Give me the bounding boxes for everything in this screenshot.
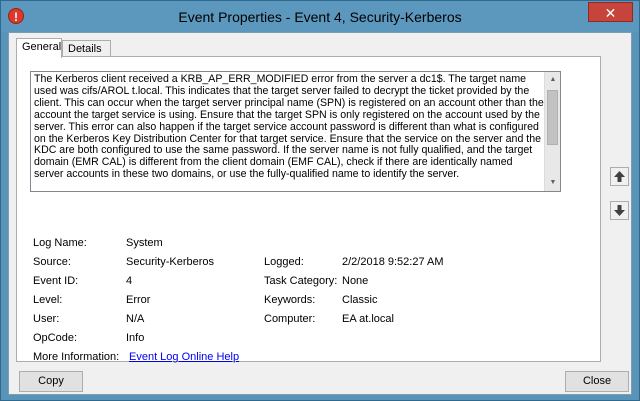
description-text: The Kerberos client received a KRB_AP_ER…	[34, 73, 544, 181]
event-id-value: 4	[126, 275, 133, 287]
level-value: Error	[126, 294, 151, 306]
log-name-label: Log Name:	[33, 237, 87, 249]
opcode-label: OpCode:	[33, 332, 78, 344]
more-information-label: More Information:	[33, 351, 120, 363]
next-event-button[interactable]	[610, 201, 629, 220]
arrow-up-icon	[614, 171, 625, 182]
scroll-up-icon[interactable]: ▲	[545, 72, 560, 88]
keywords-label: Keywords:	[264, 294, 316, 306]
source-label: Source:	[33, 256, 71, 268]
title-bar[interactable]: ! Event Properties - Event 4, Security-K…	[1, 1, 639, 32]
logged-value: 2/2/2018 9:52:27 AM	[342, 256, 444, 268]
source-value: Security-Kerberos	[126, 256, 215, 268]
previous-event-button[interactable]	[610, 167, 629, 186]
description-box[interactable]: The Kerberos client received a KRB_AP_ER…	[30, 71, 561, 192]
task-category-value: None	[342, 275, 369, 287]
keywords-value: Classic	[342, 294, 378, 306]
log-name-value: System	[126, 237, 163, 249]
tab-general[interactable]: General	[16, 38, 62, 58]
computer-label: Computer:	[264, 313, 316, 325]
arrow-down-icon	[614, 205, 625, 216]
window-close-button[interactable]: ✕	[588, 2, 633, 22]
event-properties-window: ! Event Properties - Event 4, Security-K…	[0, 0, 640, 401]
event-id-label: Event ID:	[33, 275, 79, 287]
description-scrollbar[interactable]: ▲ ▼	[544, 72, 560, 191]
user-label: User:	[33, 313, 60, 325]
dialog-client-area: General Details The Kerberos client rece…	[8, 32, 632, 395]
copy-button[interactable]: Copy	[19, 371, 83, 392]
tab-details[interactable]: Details	[62, 40, 111, 57]
close-button[interactable]: Close	[565, 371, 629, 392]
level-label: Level:	[33, 294, 63, 306]
window-title: Event Properties - Event 4, Security-Ker…	[178, 9, 462, 25]
general-panel: The Kerberos client received a KRB_AP_ER…	[16, 56, 601, 363]
task-category-label: Task Category:	[264, 275, 338, 287]
scroll-thumb[interactable]	[547, 90, 558, 145]
logged-label: Logged:	[264, 256, 304, 268]
user-value: N/A	[126, 313, 145, 325]
computer-value: EA at.local	[342, 313, 394, 325]
opcode-value: Info	[126, 332, 145, 344]
scroll-down-icon[interactable]: ▼	[545, 175, 560, 191]
event-log-online-help-link[interactable]: Event Log Online Help	[129, 351, 239, 363]
